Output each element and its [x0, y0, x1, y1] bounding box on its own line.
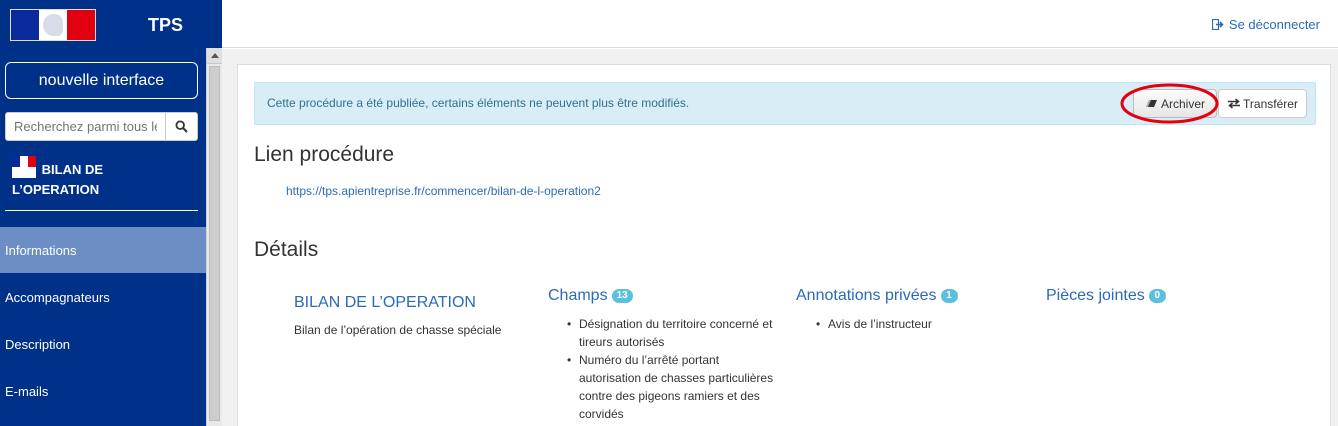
annotations-list: Avis de l’instructeur — [816, 315, 1028, 333]
pieces-jointes-heading[interactable]: Pièces jointes 0 — [1046, 287, 1166, 305]
transfer-label: Transférer — [1243, 96, 1298, 111]
sidebar-divider — [5, 210, 198, 211]
search-icon — [175, 120, 188, 133]
annotations-count-badge: 1 — [940, 289, 958, 303]
champs-heading[interactable]: Champs 13 — [548, 287, 633, 305]
published-alert: Cette procédure a été publiée, certains … — [254, 82, 1316, 125]
list-item: Désignation du territoire concerné et ti… — [567, 315, 784, 351]
archive-label: Archiver — [1160, 96, 1205, 111]
sidebar-item-accompagnateurs[interactable]: Accompagnateurs — [0, 274, 206, 320]
procedure-url-link[interactable]: https://tps.apientreprise.fr/commencer/b… — [286, 184, 601, 198]
eraser-icon — [1145, 100, 1157, 107]
sidebar-scrollbar[interactable] — [206, 48, 222, 426]
details-heading: Détails — [254, 238, 319, 261]
search-input[interactable] — [5, 112, 166, 141]
search-form — [5, 112, 198, 141]
procedure-name-line1: BILAN DE — [41, 162, 104, 177]
archive-button[interactable]: Archiver — [1133, 89, 1217, 118]
sidebar-item-description[interactable]: Description — [0, 321, 206, 367]
lien-procedure-heading: Lien procédure — [254, 143, 395, 166]
logout-label: Se déconnecter — [1228, 17, 1320, 32]
sidebar-item-emails[interactable]: E-mails — [0, 368, 206, 414]
new-interface-button[interactable]: nouvelle interface — [5, 62, 198, 99]
logout-link[interactable]: Se déconnecter — [1211, 17, 1320, 32]
procedure-logo-icon — [12, 156, 36, 178]
annotations-heading[interactable]: Annotations privées 1 — [796, 287, 958, 305]
marianne-logo — [10, 9, 96, 41]
sidebar: TPS nouvelle interface BILAN DE L’OPERAT… — [0, 0, 222, 426]
sidebar-item-informations[interactable]: Informations — [0, 227, 206, 273]
list-item: Numéro du l’arrêté portant autorisation … — [567, 351, 784, 423]
procedure-name-line2: L’OPERATION — [12, 182, 100, 197]
pieces-label: Pièces jointes — [1046, 287, 1145, 304]
top-bar: Se déconnecter — [222, 0, 1338, 48]
logout-icon — [1211, 19, 1224, 30]
details-procedure-title: BILAN DE L’OPERATION — [294, 294, 476, 311]
search-button[interactable] — [166, 112, 198, 141]
transfer-button[interactable]: Transférer — [1218, 89, 1307, 118]
annotations-label: Annotations privées — [796, 287, 937, 304]
transfer-icon — [1228, 98, 1241, 109]
procedure-name: BILAN DE L’OPERATION — [12, 156, 202, 200]
scroll-thumb[interactable] — [209, 66, 220, 421]
champs-count-badge: 13 — [611, 289, 633, 303]
scroll-up-arrow-icon[interactable] — [207, 48, 222, 64]
details-procedure-description: Bilan de l’opération de chasse spéciale — [294, 323, 502, 337]
champs-label: Champs — [548, 287, 608, 304]
champs-list: Désignation du territoire concerné et ti… — [567, 315, 784, 423]
brand[interactable]: TPS — [0, 0, 222, 48]
brand-title: TPS — [148, 15, 184, 35]
pieces-count-badge: 0 — [1148, 289, 1166, 303]
list-item: Avis de l’instructeur — [816, 315, 1028, 333]
alert-text: Cette procédure a été publiée, certains … — [267, 96, 690, 110]
